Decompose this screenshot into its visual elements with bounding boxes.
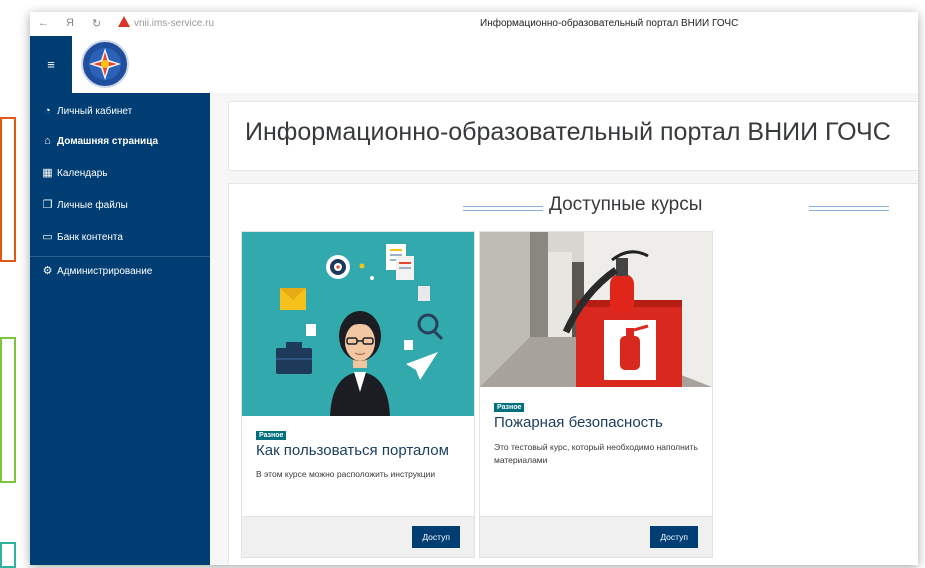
mchs-emblem[interactable] bbox=[80, 39, 130, 89]
reload-icon[interactable]: ↻ bbox=[92, 17, 101, 30]
course-description: Это тестовый курс, который необходимо на… bbox=[494, 442, 698, 465]
course-title[interactable]: Как пользоваться порталом bbox=[256, 442, 449, 459]
main-region: Информационно-образовательный портал ВНИ… bbox=[210, 93, 918, 565]
yandex-icon[interactable]: Я bbox=[66, 17, 74, 29]
tab-title: Информационно-образовательный портал ВНИ… bbox=[480, 18, 739, 29]
section-line-left bbox=[463, 206, 543, 211]
course-title[interactable]: Пожарная безопасность bbox=[494, 414, 663, 431]
teal-highlight-box bbox=[0, 542, 16, 568]
sidebar-item-label: Банк контента bbox=[57, 232, 123, 243]
hamburger-icon[interactable]: ≡ bbox=[30, 36, 72, 93]
card-footer: Доступ bbox=[242, 516, 474, 557]
folder-icon: ▭ bbox=[42, 231, 53, 243]
calendar-icon: ▦ bbox=[42, 167, 53, 179]
courses-section: Доступные курсы Разное Как пользоваться … bbox=[228, 183, 918, 565]
section-title: Доступные курсы bbox=[549, 194, 703, 215]
access-button[interactable]: Доступ bbox=[650, 526, 698, 548]
course-card[interactable]: Разное Как пользоваться порталом В этом … bbox=[241, 231, 475, 558]
sidebar-item-content-bank[interactable]: ▭ Банк контента bbox=[42, 231, 123, 244]
back-arrow-icon[interactable]: ← bbox=[38, 17, 49, 29]
sidebar-item-label: Домашняя страница bbox=[57, 136, 159, 147]
green-highlight-box bbox=[0, 337, 16, 483]
course-image[interactable] bbox=[480, 232, 712, 387]
sidebar-item-files[interactable]: ❐ Личные файлы bbox=[42, 199, 128, 212]
sidebar-item-dashboard[interactable]: ◔ Личный кабинет bbox=[42, 105, 133, 118]
sidebar-item-home[interactable]: ⌂ Домашняя страница bbox=[42, 135, 159, 148]
access-button[interactable]: Доступ bbox=[412, 526, 460, 548]
category-badge: Разное bbox=[494, 403, 525, 412]
course-image[interactable] bbox=[242, 232, 474, 416]
sidebar-item-label: Личные файлы bbox=[57, 200, 128, 211]
course-card[interactable]: Разное Пожарная безопасность Это тестовы… bbox=[479, 231, 713, 558]
orange-highlight-box bbox=[0, 117, 16, 262]
gear-icon: ⚙ bbox=[42, 265, 53, 277]
warning-icon bbox=[118, 16, 130, 27]
course-description: В этом курсе можно расположить инструкци… bbox=[256, 469, 436, 479]
page-title: Информационно-образовательный портал ВНИ… bbox=[245, 118, 891, 146]
sidebar-item-label: Календарь bbox=[57, 168, 108, 179]
sidebar: ◔ Личный кабинет ⌂ Домашняя страница ▦ К… bbox=[30, 93, 210, 565]
category-badge: Разное bbox=[256, 431, 287, 440]
files-icon: ❐ bbox=[42, 199, 53, 211]
navbar: ≡ bbox=[30, 36, 918, 94]
sidebar-item-label: Личный кабинет bbox=[57, 106, 133, 117]
sidebar-item-administration[interactable]: ⚙ Администрирование bbox=[42, 265, 153, 278]
dashboard-icon: ◔ bbox=[44, 105, 51, 117]
sidebar-divider bbox=[30, 256, 210, 257]
page-header: Информационно-образовательный портал ВНИ… bbox=[228, 101, 918, 171]
address-bar[interactable]: vnii.ims-service.ru bbox=[134, 18, 214, 29]
section-line-right bbox=[809, 206, 889, 211]
browser-window: ← Я ↻ vnii.ims-service.ru Информационно-… bbox=[30, 12, 918, 565]
sidebar-item-label: Администрирование bbox=[57, 266, 153, 277]
browser-toolbar: ← Я ↻ vnii.ims-service.ru Информационно-… bbox=[30, 12, 918, 37]
home-icon: ⌂ bbox=[44, 135, 51, 147]
sidebar-item-calendar[interactable]: ▦ Календарь bbox=[42, 167, 108, 180]
card-footer: Доступ bbox=[480, 516, 712, 557]
